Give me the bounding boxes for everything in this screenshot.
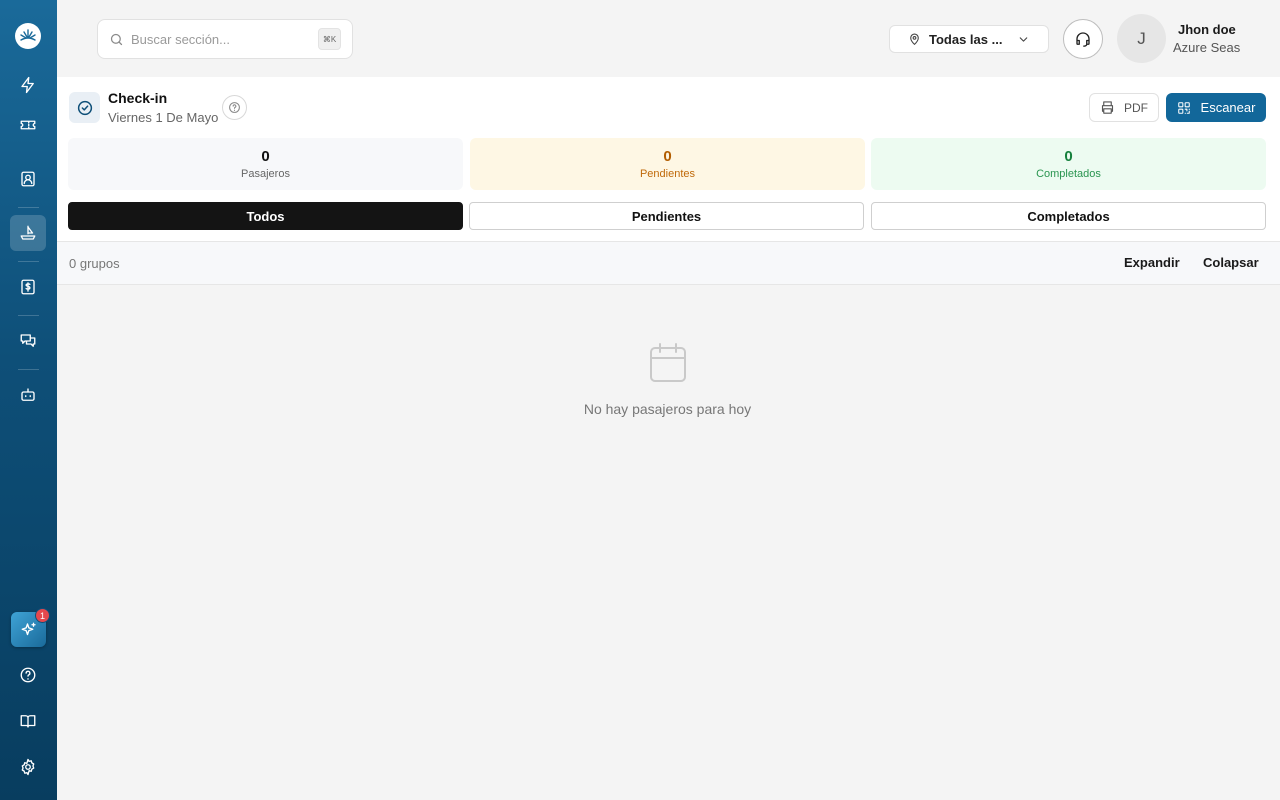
location-select[interactable]: Todas las ...	[889, 25, 1049, 53]
stat-label: Pasajeros	[241, 168, 290, 180]
headset-icon	[1076, 32, 1090, 47]
book-icon	[20, 715, 36, 728]
chat-icon	[20, 334, 36, 347]
scan-button[interactable]: Escanear	[1166, 93, 1266, 122]
scan-button-label: Escanear	[1200, 100, 1256, 115]
group-count: 0 grupos	[69, 256, 120, 271]
stat-completed: 0 Completados	[871, 138, 1266, 190]
tab-all[interactable]: Todos	[68, 202, 463, 230]
stat-label: Pendientes	[639, 168, 696, 180]
sidebar-item-settings[interactable]	[10, 749, 46, 785]
ship-icon	[20, 225, 36, 240]
group-toolbar: 0 grupos Expandir Colapsar	[57, 241, 1280, 285]
search-icon	[110, 33, 123, 45]
map-pin-icon	[910, 33, 919, 45]
top-bar: ⌘K Todas las ... J Jhon doe Azure Seas	[57, 0, 1280, 77]
shortcut-hint: ⌘K	[318, 28, 341, 50]
stat-pending: 0 Pendientes	[470, 138, 865, 190]
page-date: Viernes 1 De Mayo	[108, 110, 219, 125]
tab-completed[interactable]: Completados	[871, 202, 1266, 230]
sidebar-item-checkin[interactable]	[10, 215, 46, 251]
bot-icon	[21, 388, 35, 401]
ticket-icon	[20, 120, 36, 130]
sidebar-item-help[interactable]	[10, 657, 46, 693]
contact-icon	[21, 171, 35, 187]
stat-passengers: 0 Pasajeros	[68, 138, 463, 190]
expand-all-button[interactable]: Expandir	[1124, 255, 1180, 270]
sidebar-divider	[18, 369, 39, 370]
sidebar-item-tickets[interactable]	[10, 107, 46, 143]
calendar-icon	[647, 341, 689, 385]
pdf-button-label: PDF	[1124, 100, 1148, 115]
printer-icon	[1101, 101, 1114, 114]
stat-value: 0	[261, 148, 270, 165]
avatar[interactable]: J	[1117, 14, 1166, 63]
user-organization: Azure Seas	[1173, 40, 1241, 55]
sidebar-item-contacts[interactable]	[10, 161, 46, 197]
empty-state-message: No hay pasajeros para hoy	[583, 401, 752, 417]
gear-icon	[21, 758, 35, 776]
support-button[interactable]	[1063, 19, 1103, 59]
stat-value: 0	[1064, 148, 1073, 165]
check-circle-icon	[69, 92, 100, 123]
help-icon	[20, 667, 36, 683]
stat-label: Completados	[1036, 168, 1101, 180]
sidebar: 1	[0, 0, 57, 800]
stat-value: 0	[663, 148, 672, 165]
user-name[interactable]: Jhon doe	[1178, 22, 1236, 37]
sidebar-item-bot[interactable]	[10, 377, 46, 413]
checkin-panel: Check-in Viernes 1 De Mayo PDF Escanear …	[57, 77, 1280, 241]
question-icon	[229, 102, 240, 113]
chevron-down-icon	[1019, 37, 1028, 42]
notification-badge: 1	[35, 608, 50, 623]
search-input[interactable]	[131, 31, 311, 47]
sea-logo-icon[interactable]	[15, 23, 41, 49]
sidebar-item-activity[interactable]	[10, 67, 46, 103]
dollar-icon	[21, 279, 35, 295]
bolt-icon	[21, 76, 34, 94]
sidebar-divider	[18, 207, 39, 208]
location-select-label: Todas las ...	[929, 31, 1003, 47]
collapse-all-button[interactable]: Colapsar	[1203, 255, 1259, 270]
sidebar-divider	[18, 315, 39, 316]
sidebar-item-finance[interactable]	[10, 269, 46, 305]
page-title: Check-in	[108, 90, 168, 106]
sidebar-item-messages[interactable]	[10, 323, 46, 359]
tab-pending[interactable]: Pendientes	[469, 202, 864, 230]
help-tooltip-button[interactable]	[222, 95, 247, 120]
pdf-button[interactable]: PDF	[1089, 93, 1159, 122]
sidebar-divider	[18, 261, 39, 262]
sparkles-icon	[21, 622, 36, 635]
sidebar-item-docs[interactable]	[10, 703, 46, 739]
qr-code-icon	[1177, 101, 1190, 114]
search-box[interactable]: ⌘K	[97, 19, 353, 59]
